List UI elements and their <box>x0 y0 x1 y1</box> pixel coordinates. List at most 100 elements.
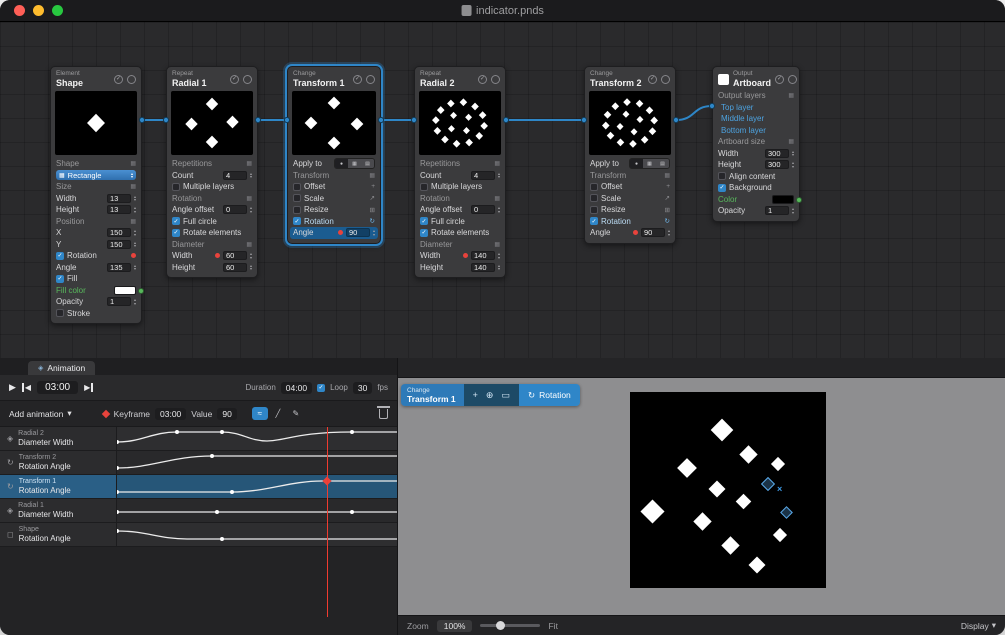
fill-checkbox[interactable]: ✓ <box>56 275 64 283</box>
artboard[interactable]: × <box>630 392 826 588</box>
node-preview[interactable] <box>419 91 501 155</box>
stepper-icon[interactable]: ▴▾ <box>498 264 500 271</box>
stepper-icon[interactable]: ▴▾ <box>134 241 136 248</box>
angle-offset-input[interactable]: 0 <box>471 205 495 214</box>
keyframe-dot[interactable] <box>633 230 638 235</box>
track-curve-lane[interactable] <box>117 499 397 522</box>
display-menu-button[interactable]: Display ▾ <box>961 620 996 631</box>
node-header[interactable]: ElementShape✓ <box>51 67 141 90</box>
node-enable-icon[interactable]: ✓ <box>114 75 123 84</box>
fit-button[interactable]: Fit <box>548 621 557 631</box>
resize-checkbox[interactable] <box>293 206 301 214</box>
preview-canvas[interactable]: Change Transform 1 + ⊕ ▭ ↻ Rotation × <box>398 378 1005 615</box>
node-transform1[interactable]: ChangeTransform 1✓Apply to●▦▤Transform▦O… <box>287 66 381 244</box>
track-transform-1-rotation-angle[interactable]: ↻Transform 1Rotation Angle <box>0 475 397 499</box>
stepper-icon[interactable]: ▴▾ <box>498 206 500 213</box>
rotation-checkbox[interactable]: ✓ <box>590 217 598 225</box>
stepper-icon[interactable]: ▴▾ <box>668 229 670 236</box>
track-label[interactable]: ◈Radial 1Diameter Width <box>0 499 117 522</box>
track-label[interactable]: ◻ShapeRotation Angle <box>0 523 117 546</box>
node-enable-icon[interactable]: ✓ <box>775 75 784 84</box>
skip-to-end-button[interactable]: ▶ <box>84 383 93 392</box>
stepper-icon[interactable]: ▴▾ <box>498 252 500 259</box>
keyframe-dot[interactable] <box>215 253 220 258</box>
node-canvas[interactable]: ElementShape✓Shape▦▦Rectangle▴▾Size▦Widt… <box>0 22 1005 358</box>
color-swatch[interactable] <box>772 195 794 204</box>
titlebar[interactable]: indicator.pnds <box>0 0 1005 22</box>
node-header[interactable]: ChangeTransform 2✓ <box>585 67 675 90</box>
full-circle-checkbox[interactable]: ✓ <box>420 217 428 225</box>
height-input[interactable]: 300 <box>765 160 789 169</box>
node-enable-icon[interactable]: ✓ <box>478 75 487 84</box>
add-animation-button[interactable]: Add animation ▾ <box>9 408 72 419</box>
node-header[interactable]: RepeatRadial 2✓ <box>415 67 505 90</box>
node-bypass-icon[interactable] <box>788 75 797 84</box>
stepper-icon[interactable]: ▴▾ <box>373 229 375 236</box>
track-curve-lane[interactable] <box>117 475 397 498</box>
rotation-checkbox[interactable]: ✓ <box>56 252 64 260</box>
opacity-input[interactable]: 1 <box>765 206 789 215</box>
scale-tool-icon[interactable]: ⊕ <box>486 390 494 401</box>
artboard-diamond[interactable] <box>711 419 734 442</box>
stepper-icon[interactable]: ▴▾ <box>250 252 252 259</box>
duration-field[interactable]: 04:00 <box>281 382 312 394</box>
stepper-icon[interactable]: ▴▾ <box>792 150 794 157</box>
stepper-icon[interactable]: ▴▾ <box>134 264 136 271</box>
offset-checkbox[interactable] <box>293 183 301 191</box>
node-preview[interactable] <box>589 91 671 155</box>
move-tool-icon[interactable]: + <box>473 390 478 400</box>
fps-field[interactable]: 30 <box>353 382 372 394</box>
rotate-elements-checkbox[interactable]: ✓ <box>420 229 428 237</box>
track-curve-lane[interactable] <box>117 523 397 546</box>
track-curve-lane[interactable] <box>117 451 397 474</box>
zoom-value[interactable]: 100% <box>437 620 473 632</box>
node-enable-icon[interactable]: ✓ <box>230 75 239 84</box>
apply-rows-icon[interactable]: ▤ <box>656 159 669 168</box>
rotation-mode-button[interactable]: ↻ Rotation <box>519 384 580 406</box>
track-label[interactable]: ↻Transform 2Rotation Angle <box>0 451 117 474</box>
node-enable-icon[interactable]: ✓ <box>353 75 362 84</box>
node-bypass-icon[interactable] <box>491 75 500 84</box>
node-header[interactable]: ChangeTransform 1✓ <box>288 67 380 90</box>
node-bypass-icon[interactable] <box>661 75 670 84</box>
stepper-icon[interactable]: ▴▾ <box>792 207 794 214</box>
track-shape-rotation-angle[interactable]: ◻ShapeRotation Angle <box>0 523 397 547</box>
stepper-icon[interactable]: ▴▾ <box>134 195 136 202</box>
frame-tool-icon[interactable]: ▭ <box>501 390 510 401</box>
stepper-icon[interactable]: ▴▾ <box>250 172 252 179</box>
minimize-window-button[interactable] <box>33 5 44 16</box>
y-input[interactable]: 150 <box>107 240 131 249</box>
angle-input[interactable]: 135 <box>107 263 131 272</box>
apply-grid-icon[interactable]: ▦ <box>348 159 361 168</box>
artboard-diamond[interactable] <box>721 536 739 554</box>
track-curve-lane[interactable] <box>117 427 397 450</box>
selected-diamond[interactable] <box>761 477 775 491</box>
count-input[interactable]: 4 <box>223 171 247 180</box>
node-bypass-icon[interactable] <box>366 75 375 84</box>
keyframe-dot[interactable] <box>463 253 468 258</box>
artboard-diamond[interactable] <box>739 445 757 463</box>
height-input[interactable]: 13 <box>107 205 131 214</box>
artboard-diamond[interactable] <box>709 481 726 498</box>
angle-offset-input[interactable]: 0 <box>223 205 247 214</box>
node-enable-icon[interactable]: ✓ <box>648 75 657 84</box>
bezier-curve-icon[interactable]: ≈ <box>252 407 268 420</box>
node-preview[interactable] <box>171 91 253 155</box>
multiple-layers-checkbox[interactable] <box>172 183 180 191</box>
align-content-checkbox[interactable] <box>718 172 726 180</box>
artboard-diamond[interactable] <box>749 557 766 574</box>
height-input[interactable]: 140 <box>471 263 495 272</box>
width-input[interactable]: 300 <box>765 149 789 158</box>
node-radial2[interactable]: RepeatRadial 2✓Repetitions▦Count4▴▾Multi… <box>414 66 506 278</box>
stepper-icon[interactable]: ▴▾ <box>792 161 794 168</box>
node-header[interactable]: OutputArtboard✓ <box>713 67 799 90</box>
apply-rows-icon[interactable]: ▤ <box>361 159 374 168</box>
node-radial1[interactable]: RepeatRadial 1✓Repetitions▦Count4▴▾Multi… <box>166 66 258 278</box>
keyframe-value-field[interactable]: 90 <box>217 408 236 420</box>
track-radial-1-diameter-width[interactable]: ◈Radial 1Diameter Width <box>0 499 397 523</box>
color-port[interactable] <box>796 197 802 203</box>
zoom-window-button[interactable] <box>52 5 63 16</box>
artboard-diamond[interactable] <box>735 493 751 509</box>
x-input[interactable]: 150 <box>107 228 131 237</box>
color-port[interactable] <box>138 288 144 294</box>
